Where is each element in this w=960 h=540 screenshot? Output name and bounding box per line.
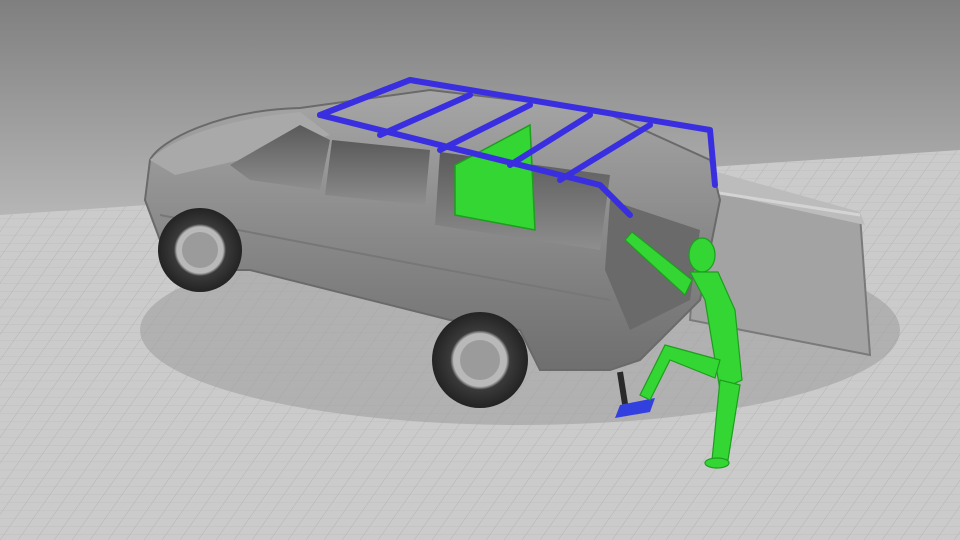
3d-scene	[0, 0, 960, 540]
front-wheel	[158, 208, 242, 292]
front-side-window	[325, 140, 430, 205]
rear-wheel	[432, 312, 528, 408]
render-viewport	[0, 0, 960, 540]
